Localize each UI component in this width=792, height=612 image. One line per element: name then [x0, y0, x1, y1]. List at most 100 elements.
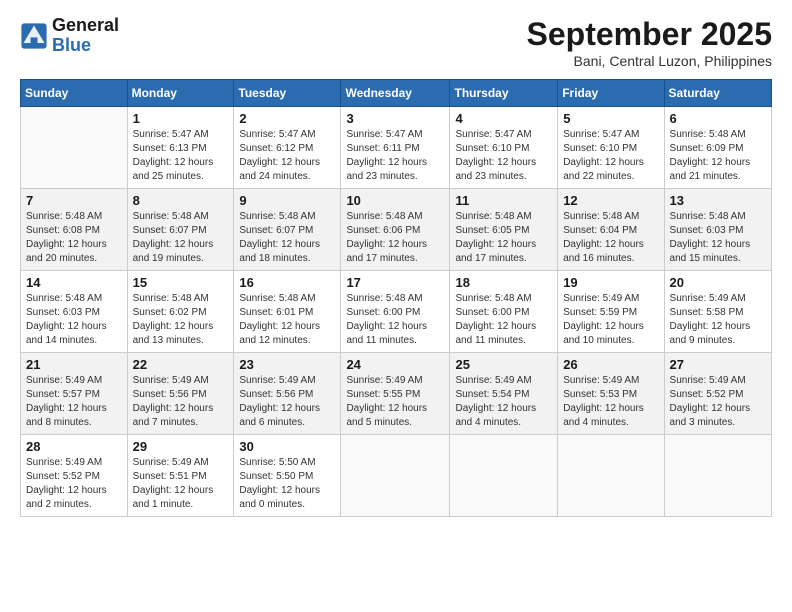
day-number: 26	[563, 357, 658, 372]
calendar-cell: 21 Sunrise: 5:49 AM Sunset: 5:57 PM Dayli…	[21, 353, 128, 435]
weekday-header-thursday: Thursday	[450, 80, 558, 107]
day-number: 3	[346, 111, 444, 126]
calendar-cell: 24 Sunrise: 5:49 AM Sunset: 5:55 PM Dayli…	[341, 353, 450, 435]
day-info: Sunrise: 5:49 AM Sunset: 5:56 PM Dayligh…	[239, 374, 335, 430]
day-number: 20	[670, 275, 766, 290]
day-info: Sunrise: 5:48 AM Sunset: 6:07 PM Dayligh…	[133, 210, 229, 266]
day-number: 16	[239, 275, 335, 290]
weekday-header-friday: Friday	[558, 80, 664, 107]
week-row-5: 28 Sunrise: 5:49 AM Sunset: 5:52 PM Dayli…	[21, 435, 772, 517]
day-info: Sunrise: 5:47 AM Sunset: 6:10 PM Dayligh…	[563, 128, 658, 184]
day-info: Sunrise: 5:49 AM Sunset: 5:57 PM Dayligh…	[26, 374, 122, 430]
day-number: 13	[670, 193, 766, 208]
logo: General Blue	[20, 16, 119, 56]
weekday-header-tuesday: Tuesday	[234, 80, 341, 107]
day-number: 24	[346, 357, 444, 372]
calendar-cell: 5 Sunrise: 5:47 AM Sunset: 6:10 PM Daylig…	[558, 107, 664, 189]
day-info: Sunrise: 5:49 AM Sunset: 5:55 PM Dayligh…	[346, 374, 444, 430]
day-number: 5	[563, 111, 658, 126]
day-info: Sunrise: 5:49 AM Sunset: 5:52 PM Dayligh…	[26, 456, 122, 512]
day-info: Sunrise: 5:49 AM Sunset: 5:52 PM Dayligh…	[670, 374, 766, 430]
day-number: 21	[26, 357, 122, 372]
day-info: Sunrise: 5:49 AM Sunset: 5:54 PM Dayligh…	[455, 374, 552, 430]
day-number: 6	[670, 111, 766, 126]
calendar-cell: 16 Sunrise: 5:48 AM Sunset: 6:01 PM Dayli…	[234, 271, 341, 353]
calendar-cell: 9 Sunrise: 5:48 AM Sunset: 6:07 PM Daylig…	[234, 189, 341, 271]
day-number: 19	[563, 275, 658, 290]
calendar-cell: 12Sunrise: 5:48 AM Sunset: 6:04 PM Dayli…	[558, 189, 664, 271]
page-container: General Blue September 2025 Bani, Centra…	[0, 0, 792, 527]
day-info: Sunrise: 5:49 AM Sunset: 5:58 PM Dayligh…	[670, 292, 766, 348]
day-number: 23	[239, 357, 335, 372]
header: General Blue September 2025 Bani, Centra…	[20, 16, 772, 69]
day-number: 10	[346, 193, 444, 208]
calendar-cell	[664, 435, 771, 517]
calendar-cell: 25 Sunrise: 5:49 AM Sunset: 5:54 PM Dayli…	[450, 353, 558, 435]
calendar-cell: 14 Sunrise: 5:48 AM Sunset: 6:03 PM Dayli…	[21, 271, 128, 353]
month-title: September 2025	[527, 16, 772, 53]
day-number: 18	[455, 275, 552, 290]
calendar-cell: 15 Sunrise: 5:48 AM Sunset: 6:02 PM Dayli…	[127, 271, 234, 353]
calendar-cell: 13 Sunrise: 5:48 AM Sunset: 6:03 PM Dayli…	[664, 189, 771, 271]
weekday-header-monday: Monday	[127, 80, 234, 107]
day-info: Sunrise: 5:48 AM Sunset: 6:06 PM Dayligh…	[346, 210, 444, 266]
day-info: Sunrise: 5:47 AM Sunset: 6:11 PM Dayligh…	[346, 128, 444, 184]
day-number: 30	[239, 439, 335, 454]
calendar-cell	[558, 435, 664, 517]
day-info: Sunrise: 5:47 AM Sunset: 6:10 PM Dayligh…	[455, 128, 552, 184]
calendar-cell: 26 Sunrise: 5:49 AM Sunset: 5:53 PM Dayli…	[558, 353, 664, 435]
logo-icon	[20, 22, 48, 50]
day-info: Sunrise: 5:48 AM Sunset: 6:01 PM Dayligh…	[239, 292, 335, 348]
day-info: Sunrise: 5:48 AM Sunset: 6:05 PM Dayligh…	[455, 210, 552, 266]
calendar-cell: 20 Sunrise: 5:49 AM Sunset: 5:58 PM Dayli…	[664, 271, 771, 353]
week-row-4: 21 Sunrise: 5:49 AM Sunset: 5:57 PM Dayli…	[21, 353, 772, 435]
day-number: 15	[133, 275, 229, 290]
calendar-cell: 18Sunrise: 5:48 AM Sunset: 6:00 PM Dayli…	[450, 271, 558, 353]
day-number: 2	[239, 111, 335, 126]
weekday-header-saturday: Saturday	[664, 80, 771, 107]
calendar-cell: 7 Sunrise: 5:48 AM Sunset: 6:08 PM Daylig…	[21, 189, 128, 271]
calendar-cell: 10 Sunrise: 5:48 AM Sunset: 6:06 PM Dayli…	[341, 189, 450, 271]
week-row-2: 7 Sunrise: 5:48 AM Sunset: 6:08 PM Daylig…	[21, 189, 772, 271]
calendar-cell: 17Sunrise: 5:48 AM Sunset: 6:00 PM Dayli…	[341, 271, 450, 353]
day-number: 22	[133, 357, 229, 372]
day-info: Sunrise: 5:49 AM Sunset: 5:51 PM Dayligh…	[133, 456, 229, 512]
calendar-cell: 19Sunrise: 5:49 AM Sunset: 5:59 PM Dayli…	[558, 271, 664, 353]
day-info: Sunrise: 5:48 AM Sunset: 6:03 PM Dayligh…	[670, 210, 766, 266]
day-info: Sunrise: 5:48 AM Sunset: 6:00 PM Dayligh…	[346, 292, 444, 348]
calendar-cell: 11Sunrise: 5:48 AM Sunset: 6:05 PM Dayli…	[450, 189, 558, 271]
calendar-cell: 4 Sunrise: 5:47 AM Sunset: 6:10 PM Daylig…	[450, 107, 558, 189]
day-info: Sunrise: 5:48 AM Sunset: 6:09 PM Dayligh…	[670, 128, 766, 184]
day-number: 4	[455, 111, 552, 126]
location: Bani, Central Luzon, Philippines	[527, 53, 772, 69]
calendar-table: SundayMondayTuesdayWednesdayThursdayFrid…	[20, 79, 772, 517]
day-info: Sunrise: 5:47 AM Sunset: 6:13 PM Dayligh…	[133, 128, 229, 184]
calendar-cell: 23 Sunrise: 5:49 AM Sunset: 5:56 PM Dayli…	[234, 353, 341, 435]
day-number: 1	[133, 111, 229, 126]
logo-text: General Blue	[52, 16, 119, 56]
day-info: Sunrise: 5:48 AM Sunset: 6:07 PM Dayligh…	[239, 210, 335, 266]
calendar-cell: 28 Sunrise: 5:49 AM Sunset: 5:52 PM Dayli…	[21, 435, 128, 517]
day-number: 25	[455, 357, 552, 372]
calendar-cell: 30 Sunrise: 5:50 AM Sunset: 5:50 PM Dayli…	[234, 435, 341, 517]
day-number: 28	[26, 439, 122, 454]
week-row-3: 14 Sunrise: 5:48 AM Sunset: 6:03 PM Dayli…	[21, 271, 772, 353]
day-info: Sunrise: 5:47 AM Sunset: 6:12 PM Dayligh…	[239, 128, 335, 184]
day-number: 9	[239, 193, 335, 208]
day-number: 29	[133, 439, 229, 454]
day-info: Sunrise: 5:49 AM Sunset: 5:53 PM Dayligh…	[563, 374, 658, 430]
weekday-header-wednesday: Wednesday	[341, 80, 450, 107]
day-info: Sunrise: 5:48 AM Sunset: 6:02 PM Dayligh…	[133, 292, 229, 348]
calendar-cell: 2 Sunrise: 5:47 AM Sunset: 6:12 PM Daylig…	[234, 107, 341, 189]
calendar-cell: 1 Sunrise: 5:47 AM Sunset: 6:13 PM Daylig…	[127, 107, 234, 189]
day-info: Sunrise: 5:50 AM Sunset: 5:50 PM Dayligh…	[239, 456, 335, 512]
day-number: 7	[26, 193, 122, 208]
calendar-cell	[450, 435, 558, 517]
day-info: Sunrise: 5:49 AM Sunset: 5:56 PM Dayligh…	[133, 374, 229, 430]
day-info: Sunrise: 5:48 AM Sunset: 6:08 PM Dayligh…	[26, 210, 122, 266]
calendar-cell	[21, 107, 128, 189]
calendar-cell: 29 Sunrise: 5:49 AM Sunset: 5:51 PM Dayli…	[127, 435, 234, 517]
day-number: 14	[26, 275, 122, 290]
calendar-cell: 27Sunrise: 5:49 AM Sunset: 5:52 PM Dayli…	[664, 353, 771, 435]
day-info: Sunrise: 5:48 AM Sunset: 6:03 PM Dayligh…	[26, 292, 122, 348]
